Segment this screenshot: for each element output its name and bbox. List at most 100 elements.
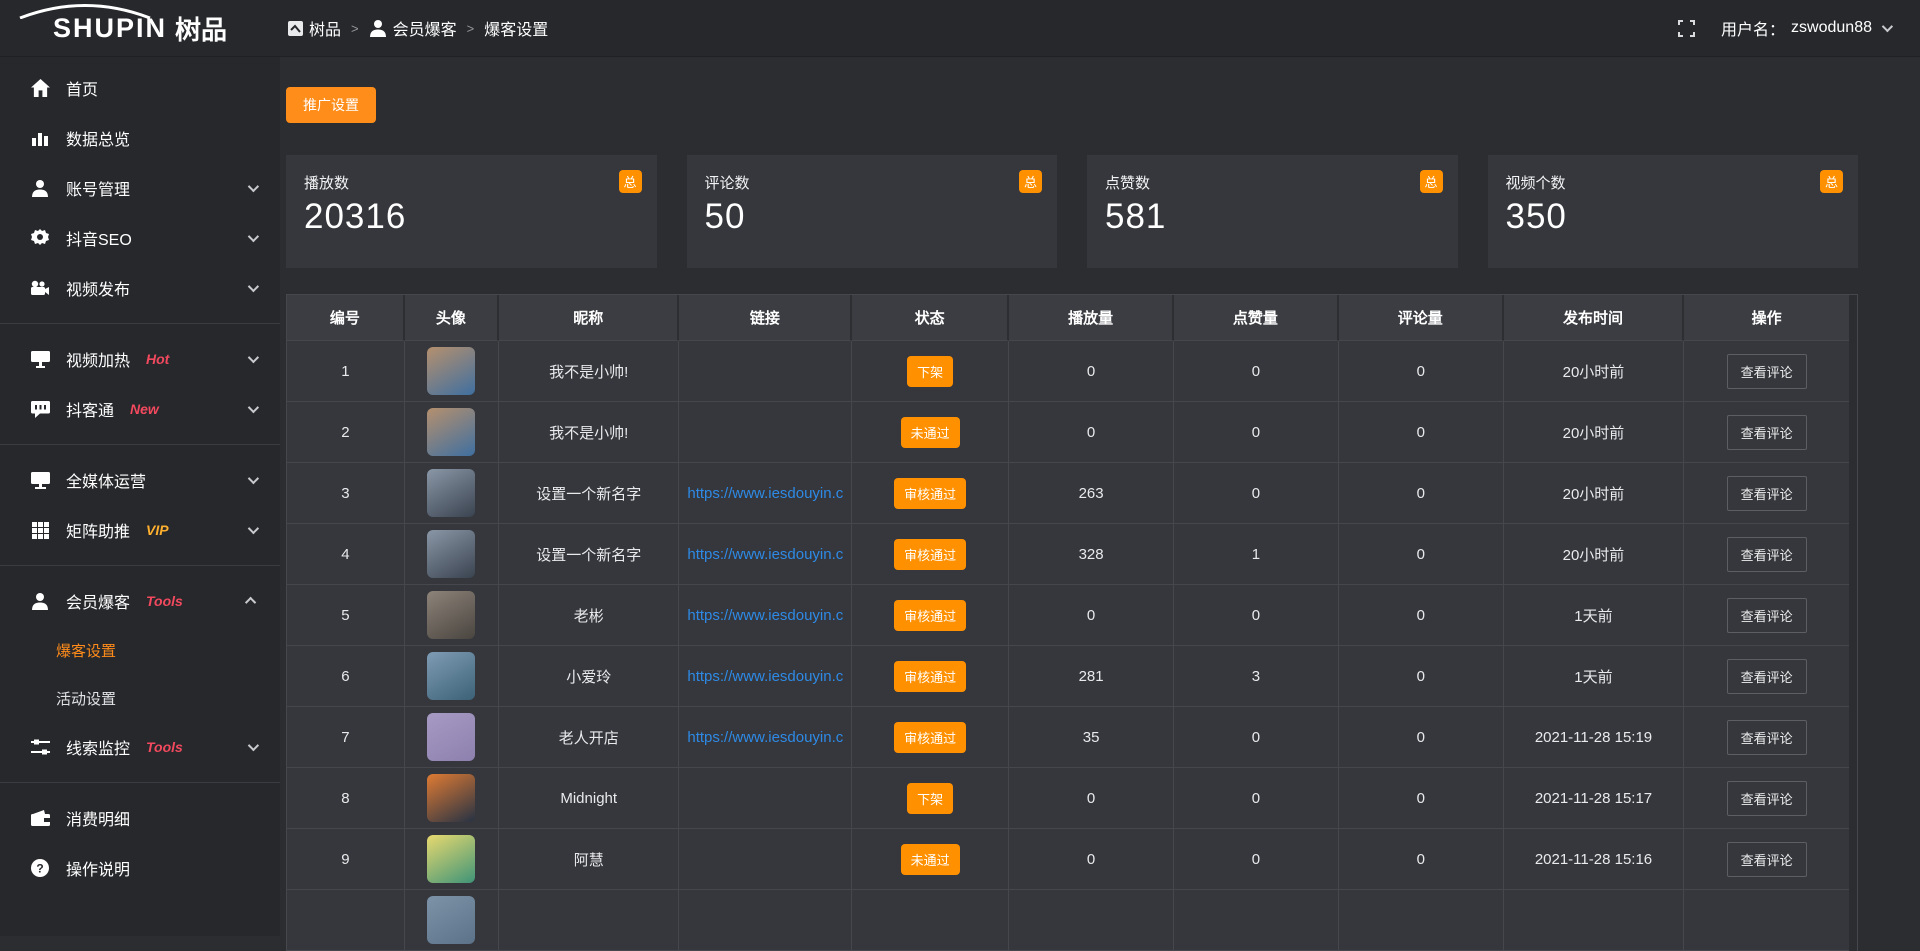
- cell-comments: 0: [1339, 646, 1504, 707]
- cell-link: [679, 341, 852, 402]
- svg-text:?: ?: [36, 862, 43, 876]
- avatar: [427, 896, 475, 944]
- cell-plays: 263: [1009, 463, 1174, 524]
- chart-icon: [30, 129, 50, 147]
- cell-nickname: 老彬: [499, 585, 680, 646]
- view-comments-button[interactable]: 查看评论: [1727, 598, 1807, 633]
- stat-card-value: 581: [1105, 197, 1440, 237]
- user-menu[interactable]: 用户名：zswodun88: [1721, 16, 1890, 40]
- sidebar-item-home-首页[interactable]: 首页: [0, 63, 280, 113]
- cell-link: [679, 768, 852, 829]
- breadcrumb-item[interactable]: 会员爆客: [369, 16, 457, 40]
- cell-likes: [1174, 890, 1339, 951]
- cell-avatar: [405, 341, 499, 402]
- view-comments-button[interactable]: 查看评论: [1727, 354, 1807, 389]
- videos-table: 编号头像昵称链接状态播放量点赞量评论量发布时间操作1我不是小帅!下架00020小…: [286, 294, 1858, 951]
- sidebar-item-user-账号管理[interactable]: 账号管理: [0, 163, 280, 213]
- cell-status: 审核通过: [852, 646, 1009, 707]
- breadcrumb-separator: >: [351, 21, 359, 36]
- sidebar-item-sliders-线索监控[interactable]: 线索监控Tools: [0, 722, 280, 772]
- cell-link[interactable]: https://www.iesdouyin.c: [679, 646, 852, 707]
- cell-likes: 0: [1174, 463, 1339, 524]
- cell-publish-time: [1504, 890, 1685, 951]
- chevron-down-icon: [248, 523, 259, 534]
- avatar: [427, 652, 475, 700]
- cell-action: 查看评论: [1684, 463, 1849, 524]
- breadcrumb-item[interactable]: 树品: [288, 16, 341, 40]
- stat-card-value: 20316: [304, 197, 639, 237]
- sidebar-item-label: 消费明细: [66, 806, 130, 830]
- cell-avatar: [405, 585, 499, 646]
- cell-nickname: 老人开店: [499, 707, 680, 768]
- status-badge: 下架: [907, 356, 953, 387]
- sidebar-item-chart-数据总览[interactable]: 数据总览: [0, 113, 280, 163]
- cell-link[interactable]: https://www.iesdouyin.c: [679, 524, 852, 585]
- sidebar-item-badge: New: [130, 401, 159, 417]
- view-comments-button[interactable]: 查看评论: [1727, 537, 1807, 572]
- sidebar-item-label: 线索监控: [66, 735, 130, 759]
- cell-link: [679, 402, 852, 463]
- sidebar-item-wallet-消费明细[interactable]: 消费明细: [0, 793, 280, 843]
- cell-likes: 0: [1174, 829, 1339, 890]
- column-header: 评论量: [1339, 295, 1504, 341]
- stat-card-label: 点赞数: [1105, 172, 1440, 193]
- column-header: 昵称: [499, 295, 680, 341]
- cell-comments: 0: [1339, 829, 1504, 890]
- cell-nickname: 我不是小帅!: [499, 341, 680, 402]
- sidebar-item-label: 会员爆客: [66, 589, 130, 613]
- sidebar-item-label: 全媒体运营: [66, 468, 146, 492]
- breadcrumb-label: 会员爆客: [393, 16, 457, 40]
- sidebar-divider: [0, 782, 280, 783]
- sidebar-divider: [0, 444, 280, 445]
- sidebar-item-member-会员爆客[interactable]: 会员爆客Tools: [0, 576, 280, 626]
- sidebar-item-gear-抖音SEO[interactable]: 抖音SEO: [0, 213, 280, 263]
- chevron-down-icon: [248, 181, 259, 192]
- sidebar-subitem-活动设置[interactable]: 活动设置: [0, 674, 280, 722]
- cell-action: 查看评论: [1684, 829, 1849, 890]
- cell-plays: 35: [1009, 707, 1174, 768]
- cell-avatar: [405, 524, 499, 585]
- view-comments-button[interactable]: 查看评论: [1727, 476, 1807, 511]
- table-row: 9阿慧未通过0002021-11-28 15:16查看评论: [287, 829, 1857, 890]
- sidebar-item-grid-矩阵助推[interactable]: 矩阵助推VIP: [0, 505, 280, 555]
- cell-plays: 0: [1009, 402, 1174, 463]
- cell-comments: [1339, 890, 1504, 951]
- username-label: 用户名：: [1721, 16, 1785, 40]
- column-header: 编号: [287, 295, 405, 341]
- stat-card: 视频个数350总: [1488, 155, 1859, 268]
- monitor-icon: [30, 472, 50, 489]
- view-comments-button[interactable]: 查看评论: [1727, 659, 1807, 694]
- view-comments-button[interactable]: 查看评论: [1727, 415, 1807, 450]
- sidebar-item-label: 首页: [66, 76, 98, 100]
- view-comments-button[interactable]: 查看评论: [1727, 842, 1807, 877]
- home-icon: [30, 79, 50, 97]
- cell-plays: 328: [1009, 524, 1174, 585]
- cell-likes: 0: [1174, 707, 1339, 768]
- sidebar-item-camera-视频发布[interactable]: 视频发布: [0, 263, 280, 313]
- dashboard-icon: [288, 21, 303, 36]
- table-row: 4设置一个新名字https://www.iesdouyin.c审核通过32810…: [287, 524, 1857, 585]
- sidebar-item-help-操作说明[interactable]: ?操作说明: [0, 843, 280, 893]
- sidebar-item-badge: VIP: [146, 522, 169, 538]
- breadcrumb-item[interactable]: 爆客设置: [484, 16, 548, 40]
- stat-card-label: 播放数: [304, 172, 639, 193]
- sidebar-item-monitor-全媒体运营[interactable]: 全媒体运营: [0, 455, 280, 505]
- view-comments-button[interactable]: 查看评论: [1727, 720, 1807, 755]
- cell-status: 审核通过: [852, 707, 1009, 768]
- cell-likes: 0: [1174, 768, 1339, 829]
- fullscreen-icon[interactable]: [1678, 20, 1695, 37]
- sidebar-item-label: 抖客通: [66, 397, 114, 421]
- cell-comments: 0: [1339, 341, 1504, 402]
- cell-link[interactable]: https://www.iesdouyin.c: [679, 463, 852, 524]
- cell-link[interactable]: https://www.iesdouyin.c: [679, 585, 852, 646]
- sidebar-subitem-爆客设置[interactable]: 爆客设置: [0, 626, 280, 674]
- cell-status: 未通过: [852, 402, 1009, 463]
- sidebar-item-display-视频加热[interactable]: 视频加热Hot: [0, 334, 280, 384]
- cell-comments: 0: [1339, 402, 1504, 463]
- sidebar-item-chat-抖客通[interactable]: 抖客通 New: [0, 384, 280, 434]
- cell-link[interactable]: https://www.iesdouyin.c: [679, 707, 852, 768]
- sliders-icon: [30, 739, 50, 755]
- view-comments-button[interactable]: 查看评论: [1727, 781, 1807, 816]
- status-badge: 审核通过: [894, 478, 966, 509]
- promotion-settings-button[interactable]: 推广设置: [286, 87, 376, 123]
